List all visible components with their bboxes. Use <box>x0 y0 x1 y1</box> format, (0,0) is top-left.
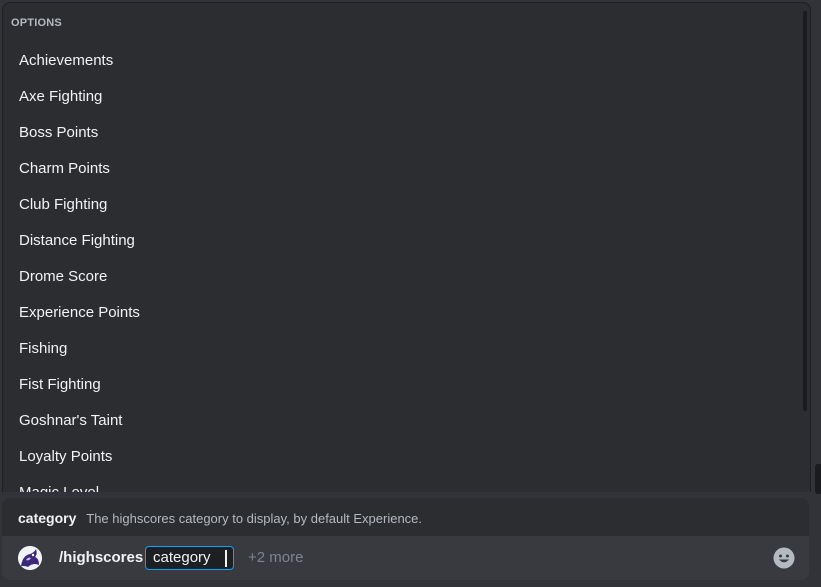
options-scrollbar-thumb[interactable] <box>803 11 807 411</box>
bot-avatar-icon <box>18 546 42 570</box>
option-item[interactable]: Magic Level <box>3 475 803 492</box>
options-list: Achievements Axe Fighting Boss Points Ch… <box>3 43 803 492</box>
option-item[interactable]: Club Fighting <box>3 187 803 223</box>
option-item[interactable]: Fist Fighting <box>3 367 803 403</box>
parameter-hint: category The highscores category to disp… <box>2 498 809 536</box>
text-caret <box>224 550 227 567</box>
option-item[interactable]: Goshnar's Taint <box>3 403 803 439</box>
option-item[interactable]: Achievements <box>3 43 803 79</box>
slash-command-composer: OPTIONS Achievements Axe Fighting Boss P… <box>0 0 821 587</box>
command-input-bar[interactable]: /highscores category +2 more <box>2 536 809 580</box>
page-scrollbar-thumb[interactable] <box>815 464 821 494</box>
autocomplete-popup: OPTIONS Achievements Axe Fighting Boss P… <box>2 2 811 492</box>
option-item[interactable]: Drome Score <box>3 259 803 295</box>
option-item[interactable]: Boss Points <box>3 115 803 151</box>
option-item[interactable]: Axe Fighting <box>3 79 803 115</box>
active-parameter-input[interactable]: category <box>145 546 234 570</box>
parameter-hint-description: The highscores category to display, by d… <box>86 511 423 526</box>
options-scrollbar[interactable] <box>803 11 807 411</box>
option-item[interactable]: Fishing <box>3 331 803 367</box>
command-name: /highscores <box>59 549 144 566</box>
more-parameters-label[interactable]: +2 more <box>248 536 303 580</box>
option-item[interactable]: Distance Fighting <box>3 223 803 259</box>
option-item[interactable]: Experience Points <box>3 295 803 331</box>
option-item[interactable]: Charm Points <box>3 151 803 187</box>
parameter-hint-name: category <box>18 510 77 526</box>
options-header: OPTIONS <box>11 17 62 29</box>
active-parameter-label: category <box>153 549 211 566</box>
emoji-smile-icon[interactable] <box>773 547 795 569</box>
option-item[interactable]: Loyalty Points <box>3 439 803 475</box>
